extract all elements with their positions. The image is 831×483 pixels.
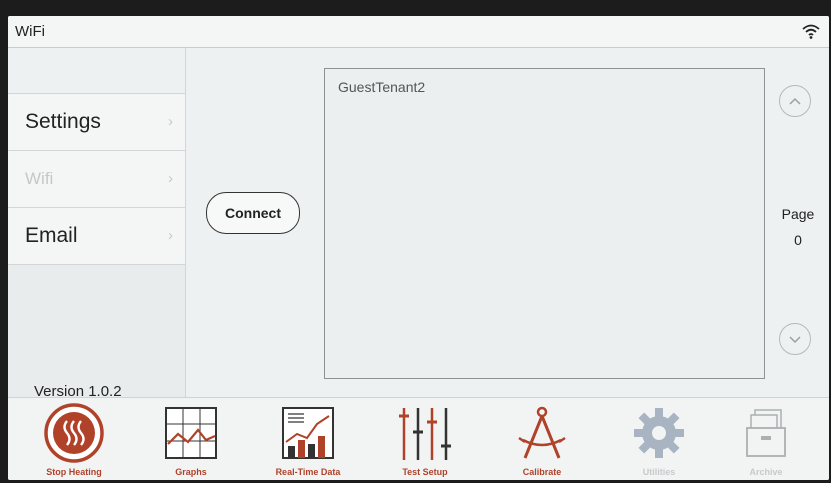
- test-setup-button[interactable]: Test Setup: [375, 398, 475, 480]
- utilities-button[interactable]: Utilities: [609, 398, 709, 480]
- stop-heating-button[interactable]: Stop Heating: [24, 398, 124, 480]
- gear-icon: [634, 408, 684, 458]
- title-bar: WiFi: [8, 16, 829, 48]
- toolbar-item-label: Graphs: [175, 467, 207, 477]
- sidebar-item-label: Settings: [25, 110, 101, 133]
- sidebar-item-email[interactable]: Email ›: [8, 208, 185, 265]
- chevron-right-icon: ›: [168, 113, 173, 130]
- graph-icon: [165, 407, 217, 459]
- page-down-button[interactable]: [779, 323, 811, 355]
- toolbar-item-label: Stop Heating: [46, 467, 102, 477]
- connect-button[interactable]: Connect: [206, 192, 300, 234]
- compass-icon: [518, 406, 566, 459]
- sidebar-item-wifi[interactable]: Wifi ›: [8, 151, 185, 208]
- sidebar: Settings › Wifi › Email › Version 1.0.2: [8, 48, 186, 400]
- toolbar-item-label: Test Setup: [402, 467, 448, 477]
- chevron-right-icon: ›: [168, 170, 173, 187]
- sliders-icon: [399, 408, 451, 460]
- wifi-icon: [802, 24, 820, 39]
- network-list-item[interactable]: GuestTenant2: [338, 79, 425, 95]
- heating-icon: [44, 403, 104, 463]
- network-list[interactable]: GuestTenant2: [324, 68, 765, 379]
- graphs-button[interactable]: Graphs: [141, 398, 241, 480]
- archive-button[interactable]: Archive: [716, 398, 816, 480]
- realtime-data-icon: [282, 407, 334, 459]
- chevron-down-icon: [789, 336, 801, 344]
- archive-icon: [746, 409, 786, 457]
- toolbar-item-label: Real-Time Data: [275, 467, 341, 477]
- page-label: Page: [781, 206, 815, 222]
- bottom-toolbar: Stop Heating Graphs Real-Time Data Test …: [8, 397, 829, 480]
- page-number: 0: [794, 232, 802, 248]
- calibrate-button[interactable]: Calibrate: [492, 398, 592, 480]
- window-title: WiFi: [15, 23, 45, 40]
- page-up-button[interactable]: [779, 85, 811, 117]
- sidebar-header-blank: [8, 48, 185, 94]
- sidebar-item-label: Wifi: [25, 169, 54, 188]
- real-time-data-button[interactable]: Real-Time Data: [258, 398, 358, 480]
- chevron-up-icon: [789, 97, 801, 105]
- sidebar-item-label: Email: [25, 224, 78, 247]
- screen: WiFi Settings › Wifi › Email › Version 1…: [8, 16, 829, 480]
- toolbar-item-label: Archive: [749, 467, 783, 477]
- toolbar-item-label: Utilities: [642, 467, 676, 477]
- chevron-right-icon: ›: [168, 227, 173, 244]
- sidebar-item-settings[interactable]: Settings ›: [8, 94, 185, 151]
- toolbar-item-label: Calibrate: [522, 467, 562, 477]
